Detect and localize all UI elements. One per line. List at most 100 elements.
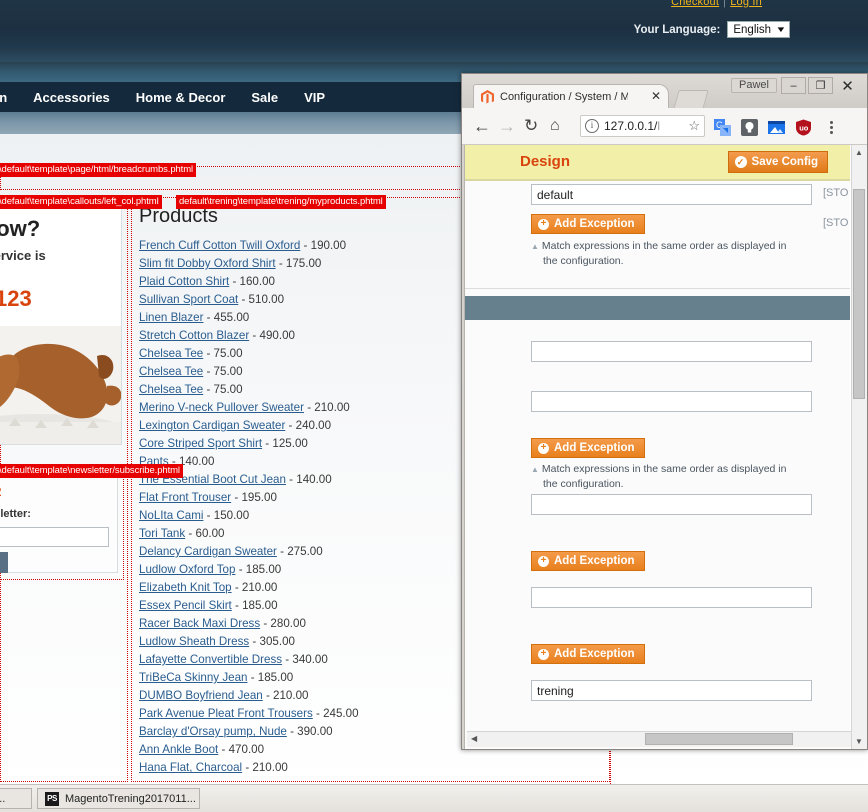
chrome-menu-icon[interactable] — [824, 118, 838, 136]
theme-exception-field-4[interactable] — [531, 494, 812, 515]
product-link[interactable]: French Cuff Cotton Twill Oxford — [139, 239, 300, 252]
language-select[interactable]: English ▼ — [727, 21, 790, 38]
newsletter-subscribe-button[interactable]: e — [0, 552, 8, 573]
product-link[interactable]: DUMBO Boyfriend Jean — [139, 689, 263, 702]
product-link[interactable]: Ludlow Oxford Top — [139, 563, 235, 576]
product-link[interactable]: Hana Flat, Charcoal — [139, 761, 242, 774]
browser-tab[interactable]: Configuration / System / M ✕ — [473, 84, 669, 108]
nav-item-sale[interactable]: Sale — [238, 90, 291, 105]
reload-button-icon[interactable]: ↻ — [524, 117, 538, 135]
product-price: - 185.00 — [231, 599, 278, 612]
bookmark-star-icon[interactable]: ☆ — [688, 118, 700, 134]
product-link[interactable]: Essex Pencil Skirt — [139, 599, 232, 612]
nav-item-home-decor[interactable]: Home & Decor — [123, 90, 239, 105]
vertical-scrollbar[interactable]: ▲ ▼ — [851, 145, 867, 749]
product-price: - 490.00 — [249, 329, 295, 342]
add-exception-button-1[interactable]: + Add Exception — [531, 214, 645, 234]
theme-exception-field-1[interactable]: default — [531, 184, 812, 205]
exception-note-1: ▲ Match expressions in the same order as … — [531, 240, 787, 267]
taskbar-item-photoshop-label: MagentoTrening2017011... — [65, 792, 196, 805]
product-link[interactable]: Delancy Cardigan Sweater — [139, 545, 277, 558]
tab-close-icon[interactable]: ✕ — [651, 89, 661, 103]
taskbar-item-system[interactable]: yste... — [0, 788, 32, 809]
home-button-icon[interactable]: ⌂ — [550, 117, 560, 135]
product-link[interactable]: Flat Front Trouser — [139, 491, 231, 504]
product-link[interactable]: Chelsea Tee — [139, 347, 203, 360]
back-button-icon[interactable]: ← — [473, 117, 491, 135]
window-close-button[interactable]: ✕ — [835, 77, 860, 95]
google-translate-icon[interactable]: G — [714, 119, 731, 136]
check-icon: ✓ — [734, 156, 747, 168]
product-link[interactable]: Ludlow Sheath Dress — [139, 635, 249, 648]
product-link[interactable]: NoLIta Cami — [139, 509, 203, 522]
product-list-item: NoLIta Cami - 150.00 — [139, 507, 383, 525]
language-switcher[interactable]: Your Language: English ▼ — [634, 21, 790, 38]
product-link[interactable]: Chelsea Tee — [139, 383, 203, 396]
add-exception-button-4[interactable]: + Add Exception — [531, 644, 645, 664]
product-link[interactable]: Ann Ankle Boot — [139, 743, 218, 756]
scroll-up-arrow-icon[interactable]: ▲ — [855, 148, 863, 157]
product-link[interactable]: Lexington Cardigan Sweater — [139, 419, 285, 432]
theme-exception-field-6[interactable]: trening — [531, 680, 812, 701]
nav-item-vip[interactable]: VIP — [291, 90, 338, 105]
ublock-origin-icon[interactable]: uo — [795, 119, 812, 136]
forward-button-icon[interactable]: → — [498, 117, 516, 135]
new-tab-button[interactable] — [673, 90, 709, 109]
add-exception-label-1: Add Exception — [554, 218, 635, 230]
add-exception-button-2[interactable]: + Add Exception — [531, 438, 645, 458]
template-hint-left-col: \default\template\callouts/left_col.phtm… — [0, 195, 162, 209]
nav-item-accessories[interactable]: Accessories — [20, 90, 123, 105]
chrome-profile-button[interactable]: Pawel — [731, 78, 777, 93]
horizontal-scrollbar[interactable]: ◀ ▶ — [467, 731, 866, 747]
lightbulb-icon[interactable] — [741, 119, 758, 136]
product-price: - 60.00 — [185, 527, 225, 540]
window-maximize-button[interactable]: ❐ — [808, 77, 833, 94]
plus-icon: + — [538, 648, 549, 660]
product-list-item: Elizabeth Knit Top - 210.00 — [139, 579, 383, 597]
product-link[interactable]: Racer Back Maxi Dress — [139, 617, 260, 630]
product-price: - 140.00 — [285, 473, 332, 486]
product-link[interactable]: Sullivan Sport Coat — [139, 293, 238, 306]
vertical-scroll-thumb[interactable] — [853, 189, 865, 399]
product-price: - 195.00 — [231, 491, 277, 504]
scroll-down-arrow-icon[interactable]: ▼ — [855, 737, 863, 746]
product-link[interactable]: Park Avenue Pleat Front Trousers — [139, 707, 313, 720]
scroll-left-arrow-icon[interactable]: ◀ — [471, 734, 477, 743]
theme-exception-field-2[interactable] — [531, 341, 812, 362]
product-link[interactable]: TriBeCa Skinny Jean — [139, 671, 247, 684]
product-list-item: Delancy Cardigan Sweater - 275.00 — [139, 543, 383, 561]
product-link[interactable]: Merino V-neck Pullover Sweater — [139, 401, 304, 414]
log-in-link[interactable]: Log In — [730, 0, 762, 8]
product-link[interactable]: Lafayette Convertible Dress — [139, 653, 282, 666]
horizontal-scroll-thumb[interactable] — [645, 733, 793, 745]
product-link[interactable]: Tori Tank — [139, 527, 185, 540]
product-link[interactable]: Elizabeth Knit Top — [139, 581, 232, 594]
theme-exception-field-5[interactable] — [531, 587, 812, 608]
address-bar[interactable]: i 127.0.0.1/l ☆ — [580, 115, 705, 137]
product-link[interactable]: Core Striped Sport Shirt — [139, 437, 262, 450]
browser-title-bar: Pawel – ❐ ✕ Configuration / System / M ✕ — [462, 74, 867, 109]
page-info-icon[interactable]: i — [585, 119, 599, 133]
product-link[interactable]: Linen Blazer — [139, 311, 203, 324]
product-price: - 455.00 — [203, 311, 250, 324]
product-link[interactable]: Barclay d'Orsay pump, Nude — [139, 725, 287, 738]
newsletter-email-input[interactable] — [0, 527, 109, 547]
theme-exception-field-3[interactable] — [531, 391, 812, 412]
chrome-browser-window[interactable]: Pawel – ❐ ✕ Configuration / System / M ✕… — [461, 73, 868, 750]
product-link[interactable]: Slim fit Dobby Oxford Shirt — [139, 257, 276, 270]
add-exception-button-3[interactable]: + Add Exception — [531, 551, 645, 571]
product-link[interactable]: Chelsea Tee — [139, 365, 203, 378]
product-list-item: Ludlow Oxford Top - 185.00 — [139, 561, 383, 579]
window-capture-icon[interactable] — [768, 119, 785, 136]
checkout-link[interactable]: Checkout — [671, 0, 719, 8]
product-list-item: Slim fit Dobby Oxford Shirt - 175.00 — [139, 255, 383, 273]
product-link[interactable]: Stretch Cotton Blazer — [139, 329, 249, 342]
save-config-button[interactable]: ✓ Save Config — [727, 151, 828, 173]
window-minimize-button[interactable]: – — [781, 77, 806, 94]
nav-item-en[interactable]: en — [0, 90, 20, 105]
product-link[interactable]: Plaid Cotton Shirt — [139, 275, 229, 288]
taskbar-item-photoshop[interactable]: PS MagentoTrening2017011... — [37, 788, 200, 809]
product-price: - 240.00 — [285, 419, 332, 432]
windows-taskbar: yste... PS MagentoTrening2017011... — [0, 784, 868, 812]
left-callout-card: u know? omer service is 24/7 55-0123 lp … — [0, 205, 122, 445]
